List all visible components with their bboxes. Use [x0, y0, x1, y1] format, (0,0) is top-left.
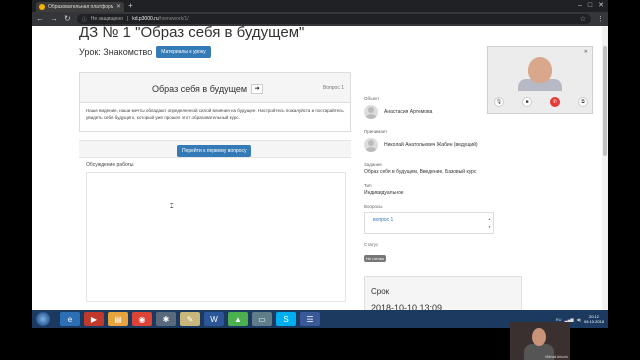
task-label: Задание — [364, 162, 382, 167]
question-title-row: Образ себя в будущем ➔ — [152, 84, 264, 94]
go-first-question-panel: Перейти к первому вопросу — [79, 140, 351, 158]
favicon-icon — [39, 4, 45, 10]
display-icon[interactable]: ▭ — [252, 312, 272, 326]
close-icon[interactable]: ✕ — [584, 49, 588, 55]
task-value: Образ себя в будущем, Введение, Базовый … — [364, 169, 477, 175]
new-tab-button[interactable]: + — [128, 2, 136, 10]
url-field[interactable]: ⓘ Не защищено | kd.p3000.ru/homework/1/ … — [76, 14, 591, 24]
question-card: Образ себя в будущем ➔ Вопрос 1 Наше вид… — [79, 72, 351, 132]
maximize-icon[interactable]: □ — [588, 1, 592, 10]
word-icon[interactable]: W — [204, 312, 224, 326]
back-icon[interactable]: ← — [36, 15, 44, 23]
browser-tab[interactable]: Образовательная платформа ✕ — [36, 2, 124, 12]
status-label: Статус — [364, 242, 379, 247]
notes-icon[interactable]: ✎ — [180, 312, 200, 326]
end-call-icon[interactable]: ✆ — [550, 97, 560, 107]
microphone-icon[interactable]: 🎙 — [494, 97, 504, 107]
tab-strip: Образовательная платформа ✕ + – □ ✕ — [32, 0, 608, 12]
ie-icon[interactable]: e — [60, 312, 80, 326]
question-description: Наше видение, наши мечты обладают опреде… — [86, 108, 344, 120]
video-call-window[interactable]: ✕ 🎙 ■ ✆ ⧉ — [487, 46, 593, 114]
acceptor-label: Принимает — [364, 129, 388, 134]
presenter-name: Mikhail Artunin — [545, 355, 568, 359]
object-label: Объект — [364, 96, 380, 101]
question-title: Образ себя в будущем — [152, 84, 248, 94]
app-icon[interactable]: ☰ — [300, 312, 320, 326]
start-button[interactable] — [36, 312, 50, 326]
url-text: kd.p3000.ru/homework/1/ — [132, 16, 188, 22]
question-card-header: Образ себя в будущем ➔ Вопрос 1 — [80, 73, 350, 103]
close-window-icon[interactable]: ✕ — [598, 1, 604, 10]
discussion-area[interactable] — [86, 172, 346, 302]
drive-icon[interactable]: ▲ — [228, 312, 248, 326]
presenter-webcam: Mikhail Artunin — [510, 322, 570, 360]
browser-menu-icon[interactable]: ⋮ — [597, 15, 604, 23]
lesson-row: Урок: Знакомство Материалы к уроку — [79, 46, 211, 58]
minimize-icon[interactable]: – — [578, 1, 582, 10]
status-badge: Не готово — [364, 255, 387, 262]
avatar — [364, 105, 378, 119]
object-person: Анастасия Артемова — [364, 105, 494, 119]
type-label: Тип — [364, 183, 372, 188]
network-icon[interactable]: ▂▄▆ — [565, 317, 574, 322]
question-link[interactable]: вопрос 1 — [373, 217, 393, 223]
questions-label: Вопросы — [364, 204, 383, 209]
clock-date: 06.10.2018 — [583, 319, 604, 324]
close-tab-icon[interactable]: ✕ — [116, 4, 121, 10]
list-scroll-icon[interactable]: ▲ ▼ — [488, 215, 491, 231]
chrome-icon[interactable]: ◉ — [132, 312, 152, 326]
go-first-question-button[interactable]: Перейти к первому вопросу — [177, 145, 252, 157]
discussion-label: Обсуждение работы — [86, 162, 134, 168]
participant-face — [528, 57, 552, 83]
page-scrollbar[interactable] — [602, 26, 608, 310]
acceptor-name[interactable]: Николай Анатольевич Жабин (ведущий) — [384, 142, 478, 148]
reload-icon[interactable]: ↻ — [64, 15, 71, 23]
media-player-icon[interactable]: ▶ — [84, 312, 104, 326]
volume-icon[interactable]: ◀) — [577, 317, 581, 322]
skype-icon[interactable]: S — [276, 312, 296, 326]
questions-list[interactable]: вопрос 1 ▲ ▼ — [364, 212, 494, 234]
tab-title: Образовательная платформа — [48, 4, 113, 10]
lesson-materials-button[interactable]: Материалы к уроку — [156, 46, 211, 58]
call-controls: 🎙 ■ ✆ ⧉ — [494, 97, 588, 107]
scrollbar-thumb[interactable] — [603, 46, 607, 156]
forward-icon[interactable]: → — [50, 15, 58, 23]
url-path: /homework/1/ — [158, 16, 189, 22]
presenter-face — [532, 328, 546, 346]
screen-share-icon[interactable]: ⧉ — [578, 97, 588, 107]
avatar — [364, 138, 378, 152]
window-controls: – □ ✕ — [578, 1, 604, 10]
mouse-cursor-icon: ⌶ — [170, 204, 174, 210]
clock[interactable]: 20:12 06.10.2018 — [584, 314, 604, 324]
sidebar-info: Объект Анастасия Артемова Принимает Нико… — [364, 96, 494, 265]
language-icon[interactable]: RU — [556, 317, 562, 322]
acceptor-person: Николай Анатольевич Жабин (ведущий) — [364, 138, 494, 152]
deadline-title: Срок — [371, 287, 390, 296]
question-number: Вопрос 1 — [322, 85, 344, 91]
lesson-label: Урок: Знакомство — [79, 47, 153, 57]
bookmark-star-icon[interactable]: ☆ — [580, 15, 586, 23]
type-value: Индивидуальное — [364, 190, 404, 196]
info-icon[interactable]: ⓘ — [82, 16, 87, 23]
object-name[interactable]: Анастасия Артемова — [384, 109, 432, 115]
tools-icon[interactable]: ✱ — [156, 312, 176, 326]
camera-icon[interactable]: ■ — [522, 97, 532, 107]
explorer-icon[interactable]: ▤ — [108, 312, 128, 326]
security-label: Не защищено — [90, 16, 123, 22]
next-arrow-button[interactable]: ➔ — [251, 84, 264, 94]
page-title: ДЗ № 1 "Образ себя в будущем" — [79, 24, 305, 41]
url-host: kd.p3000.ru — [132, 16, 159, 22]
